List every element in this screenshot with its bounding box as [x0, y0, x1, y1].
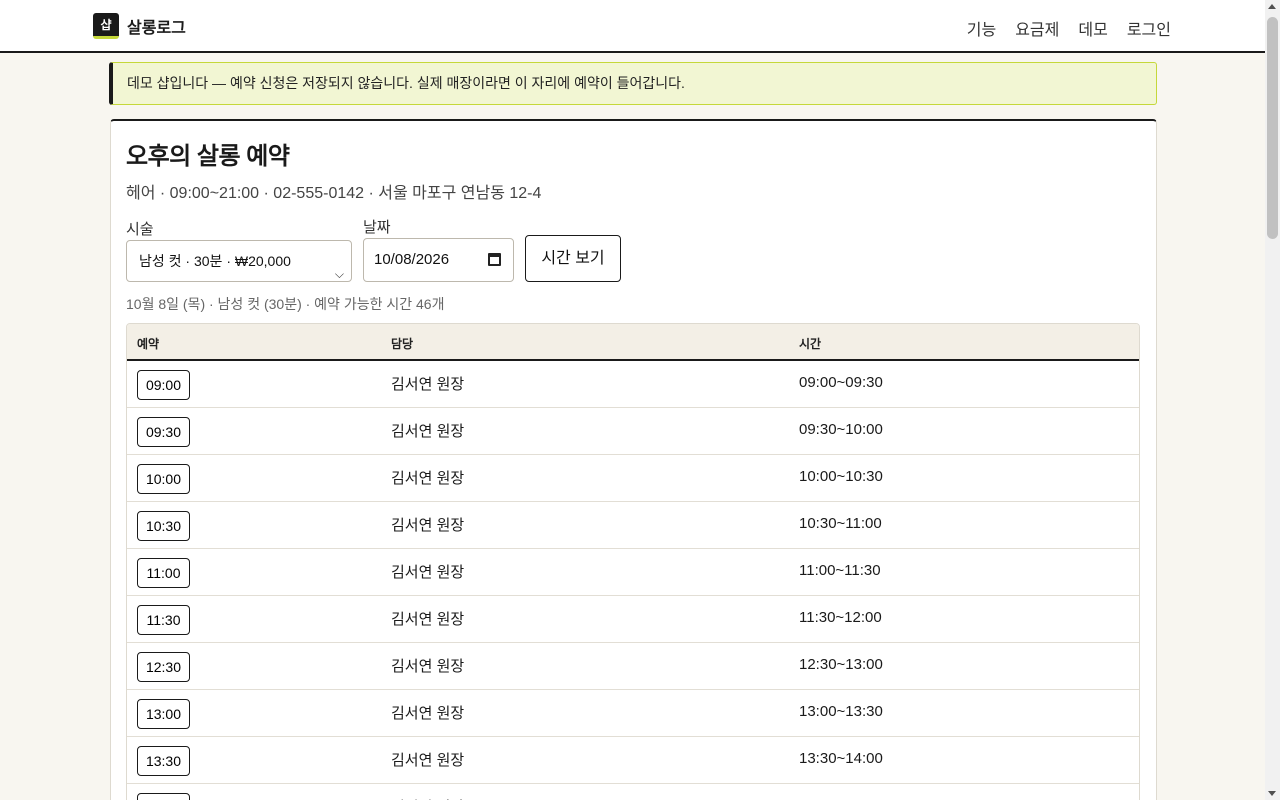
- service-label: 시술: [126, 221, 154, 238]
- table-row: 10:00 김서연 원장 10:00~10:30: [127, 455, 1139, 502]
- table-row: 11:30 김서연 원장 11:30~12:00: [127, 596, 1139, 643]
- service-select-value: 남성 컷 · 30분 · ₩20,000: [139, 253, 291, 269]
- time-range: 11:00~11:30: [799, 562, 881, 579]
- time-range: 10:30~11:00: [799, 515, 882, 532]
- table-row: 09:30 김서연 원장 09:30~10:00: [127, 408, 1139, 455]
- nav-link-demo[interactable]: 데모: [1078, 16, 1107, 40]
- scroll-up-arrow-icon[interactable]: [1268, 4, 1276, 9]
- time-range: 13:00~13:30: [799, 703, 883, 720]
- book-slot-button[interactable]: 10:00: [137, 464, 190, 494]
- book-slot-button[interactable]: 12:30: [137, 652, 190, 682]
- booking-card: 오후의 살롱 예약 헤어 · 09:00~21:00 · 02-555-0142…: [110, 119, 1157, 800]
- time-range: 11:30~12:00: [799, 609, 882, 626]
- table-row: 14:00김서연 원장14:00~14:30: [127, 784, 1139, 800]
- table-row: 12:30 김서연 원장 12:30~13:00: [127, 643, 1139, 690]
- scroll-thumb[interactable]: [1267, 17, 1278, 239]
- page-scrollbar[interactable]: [1265, 0, 1280, 800]
- time-range: 09:00~09:30: [799, 374, 883, 391]
- nav-link-login[interactable]: 로그인: [1127, 16, 1171, 40]
- staff-name: 김서연 원장: [391, 796, 464, 800]
- table-row: 11:00 김서연 원장 11:00~11:30: [127, 549, 1139, 596]
- table-row: 13:00 김서연 원장 13:00~13:30: [127, 690, 1139, 737]
- chevron-down-icon: ⌵: [334, 267, 344, 281]
- table-row: 10:30 김서연 원장 10:30~11:00: [127, 502, 1139, 549]
- book-slot-button[interactable]: 13:00: [137, 699, 190, 729]
- time-range: 10:00~10:30: [799, 468, 883, 485]
- availability-summary: 10월 8일 (목) · 남성 컷 (30분) · 예약 가능한 시간 46개: [126, 296, 445, 312]
- staff-name: 김서연 원장: [391, 658, 465, 675]
- calendar-icon[interactable]: [488, 253, 501, 266]
- nav-link-features[interactable]: 기능: [967, 16, 996, 40]
- book-slot-button[interactable]: 11:00: [137, 558, 190, 588]
- book-slot-button[interactable]: 09:00: [137, 370, 190, 400]
- table-body: 09:00 김서연 원장 09:00~09:30 09:30 김서연 원장 09:30~1…: [127, 361, 1139, 800]
- top-navbar: 샵 살롱로그 기능 요금제 데모 로그인: [0, 0, 1265, 53]
- time-range: 09:30~10:00: [799, 421, 883, 438]
- scroll-down-arrow-icon[interactable]: [1268, 791, 1276, 796]
- book-slot-button[interactable]: 11:30: [137, 605, 190, 635]
- staff-name: 김서연 원장: [391, 376, 465, 393]
- table-row: 13:30 김서연 원장 13:30~14:00: [127, 737, 1139, 784]
- brand-logo: 샵: [93, 13, 119, 39]
- staff-name: 김서연 원장: [391, 705, 465, 722]
- main-nav: 기능 요금제 데모 로그인: [967, 16, 1171, 40]
- view-times-button[interactable]: 시간 보기: [525, 235, 621, 282]
- date-input-value: 10/08/2026: [374, 251, 450, 268]
- staff-name: 김서연 원장: [391, 564, 465, 581]
- book-slot-button[interactable]: 14:00: [137, 793, 190, 800]
- book-slot-button[interactable]: 13:30: [137, 746, 190, 776]
- staff-name: 김서연 원장: [391, 752, 465, 769]
- table-row: 09:00 김서연 원장 09:00~09:30: [127, 361, 1139, 408]
- table-header: 예약 담당 시간: [127, 324, 1139, 361]
- demo-notice-banner: 데모 샵입니다 — 예약 신청은 저장되지 않습니다. 실제 매장이라면 이 자…: [109, 62, 1157, 105]
- time-range: 12:30~13:00: [799, 656, 883, 673]
- date-input[interactable]: 10/08/2026: [363, 238, 514, 282]
- staff-name: 김서연 원장: [391, 470, 465, 487]
- staff-name: 김서연 원장: [391, 611, 465, 628]
- book-slot-button[interactable]: 09:30: [137, 417, 190, 447]
- date-label: 날짜: [363, 219, 391, 236]
- nav-link-pricing[interactable]: 요금제: [1015, 16, 1059, 40]
- time-range: 13:30~14:00: [799, 750, 883, 767]
- slots-table: 예약 담당 시간 09:00 김서연 원장 09:00~09:30 09:30 김서연 …: [126, 323, 1140, 800]
- column-header-staff: 담당: [391, 337, 414, 351]
- brand[interactable]: 샵 살롱로그: [93, 13, 186, 39]
- service-select[interactable]: 남성 컷 · 30분 · ₩20,000 ⌵: [126, 240, 352, 282]
- staff-name: 김서연 원장: [391, 517, 465, 534]
- staff-name: 김서연 원장: [391, 423, 465, 440]
- brand-name: 살롱로그: [127, 20, 186, 37]
- shop-meta: 헤어 · 09:00~21:00 · 02-555-0142 · 서울 마포구 …: [126, 185, 542, 202]
- book-slot-button[interactable]: 10:30: [137, 511, 190, 541]
- shop-title: 오후의 살롱 예약: [126, 143, 290, 170]
- column-header-time: 시간: [799, 337, 822, 351]
- column-header-book: 예약: [137, 337, 160, 351]
